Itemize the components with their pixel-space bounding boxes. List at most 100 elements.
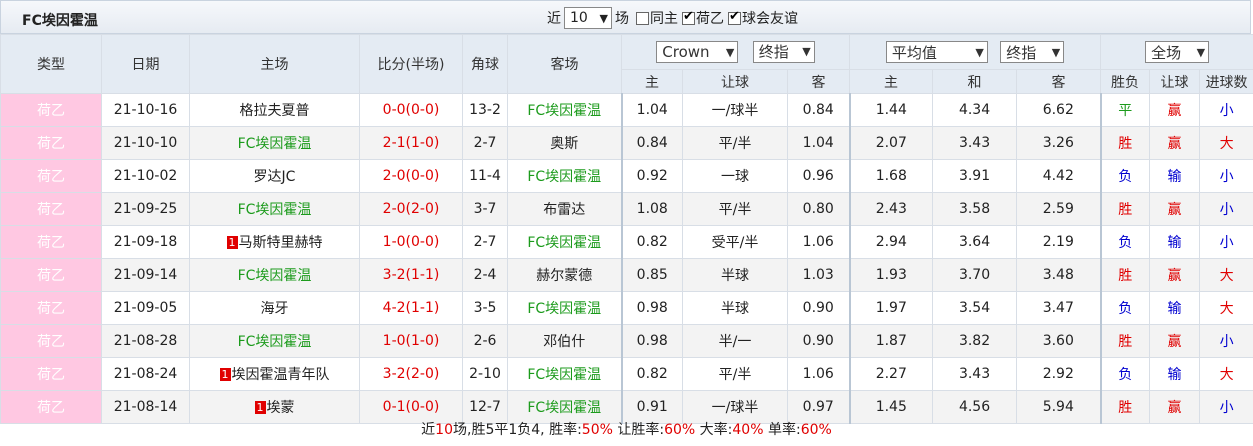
result-cell: 胜 (1099, 258, 1151, 292)
away-team-name: 奥斯 (550, 136, 579, 152)
home-team-cell[interactable]: FC埃因霍温 (189, 258, 360, 292)
chevron-down-icon: ▼ (599, 11, 608, 25)
corner-cell: 2-7 (462, 225, 508, 259)
away-team-cell[interactable]: FC埃因霍温 (507, 357, 622, 391)
summary-text: 大率: (695, 422, 733, 438)
league-label: 荷乙 (696, 11, 724, 27)
away-team-cell[interactable]: 布雷达 (507, 192, 622, 226)
score-cell[interactable]: 1-0(1-0) (359, 324, 463, 358)
score-cell[interactable]: 3-2(2-0) (359, 357, 463, 391)
friendly-checkbox[interactable] (728, 9, 741, 25)
score-cell[interactable]: 2-0(0-0) (359, 159, 463, 193)
avg-away-cell: 2.19 (1016, 225, 1102, 259)
table-row: 荷乙 21-08-28 FC埃因霍温 1-0(1-0) 2-6 邓伯什 0.98 半/一 0.9… (0, 324, 1253, 358)
away-team-cell[interactable]: FC埃因霍温 (507, 93, 622, 127)
avg-mode-value: 终指 (1006, 43, 1037, 62)
result-header: 全场 ▼ (1100, 34, 1253, 70)
sub-goals: 进球数 (1199, 69, 1253, 94)
handicap-line-cell: 半球 (682, 291, 788, 325)
goals-result-cell: 大 (1199, 291, 1253, 325)
avg-draw-cell: 4.34 (932, 93, 1018, 127)
result-filter-select[interactable]: 全场 ▼ (1145, 41, 1210, 63)
bookie-mode-select[interactable]: 终指 ▼ (752, 40, 815, 63)
over-rate: 40% (732, 422, 764, 438)
league-cell[interactable]: 荷乙 (0, 192, 102, 226)
away-team-cell[interactable]: FC埃因霍温 (507, 159, 622, 193)
league-cell[interactable]: 荷乙 (0, 159, 102, 193)
home-team-cell[interactable]: 罗达JC (189, 159, 360, 193)
score-cell[interactable]: 1-0(0-0) (359, 225, 463, 259)
sub-bookie-home: 主 (621, 69, 683, 94)
avg-home-cell: 1.68 (848, 159, 934, 193)
table-row: 荷乙 21-10-10 FC埃因霍温 2-1(1-0) 2-7 奥斯 0.84 平/半 1.04… (0, 126, 1253, 160)
avg-header: 平均值 ▼ 终指 ▼ (849, 34, 1102, 70)
home-team-cell[interactable]: 1 埃因霍温青年队 (189, 357, 360, 391)
avg-mode-select[interactable]: 终指 ▼ (1000, 41, 1065, 63)
score-cell[interactable]: 4-2(1-1) (359, 291, 463, 325)
date-cell: 21-09-25 (101, 192, 190, 226)
odds-away-cell: 0.84 (786, 93, 851, 127)
sub-avg-home: 主 (849, 69, 934, 94)
avg-select[interactable]: 平均值 ▼ (885, 41, 988, 63)
result-cell: 负 (1099, 291, 1151, 325)
match-history-table: 类型 日期 主场 比分(半场) 角球 客场 Crown ▼ 终指 ▼ 平均值 ▼ (0, 34, 1253, 424)
date-cell: 21-10-10 (101, 126, 190, 160)
odds-home-cell: 0.84 (620, 126, 683, 160)
recent-prefix: 近 (547, 11, 561, 27)
team-title: FC埃因霍温 (22, 13, 98, 29)
league-cell[interactable]: 荷乙 (0, 93, 102, 127)
home-team-cell[interactable]: 1 马斯特里赫特 (189, 225, 360, 259)
date-cell: 21-10-16 (101, 93, 190, 127)
sub-result: 胜负 (1100, 69, 1151, 94)
away-team-cell[interactable]: 奥斯 (507, 126, 622, 160)
avg-draw-cell: 3.91 (932, 159, 1018, 193)
away-team-cell[interactable]: FC埃因霍温 (507, 225, 622, 259)
home-team-name: 格拉夫夏普 (239, 103, 310, 119)
away-team-cell[interactable]: 赫尔蒙德 (507, 258, 622, 292)
bookie-select[interactable]: Crown ▼ (656, 41, 739, 64)
corner-cell: 3-7 (462, 192, 508, 226)
handicap-line-cell: 平/半 (682, 126, 788, 160)
home-team-cell[interactable]: FC埃因霍温 (189, 126, 360, 160)
home-team-cell[interactable]: 海牙 (189, 291, 360, 325)
away-team-name: FC埃因霍温 (527, 235, 602, 251)
handicap-line-cell: 一/球半 (682, 93, 788, 127)
league-cell[interactable]: 荷乙 (0, 225, 102, 259)
away-team-cell[interactable]: 邓伯什 (507, 324, 622, 358)
odds-home-cell: 0.82 (620, 357, 683, 391)
date-cell: 21-08-28 (101, 324, 190, 358)
home-team-cell[interactable]: 格拉夫夏普 (189, 93, 360, 127)
away-team-cell[interactable]: FC埃因霍温 (507, 291, 622, 325)
goals-result-cell: 小 (1199, 159, 1253, 193)
goals-result-cell: 小 (1199, 225, 1253, 259)
recent-count-select[interactable]: 10 ▼ (564, 7, 612, 29)
goals-result-cell: 小 (1199, 324, 1253, 358)
handicap-result-cell: 输 (1149, 225, 1201, 259)
score-cell[interactable]: 0-0(0-0) (359, 93, 463, 127)
avg-away-cell: 2.92 (1016, 357, 1102, 391)
league-cell[interactable]: 荷乙 (0, 324, 102, 358)
table-row: 荷乙 21-09-25 FC埃因霍温 2-0(2-0) 3-7 布雷达 1.08 平/半 0.8… (0, 192, 1253, 226)
avg-draw-cell: 3.58 (932, 192, 1018, 226)
same-home-checkbox[interactable] (636, 11, 649, 25)
league-checkbox[interactable] (682, 9, 695, 25)
league-cell[interactable]: 荷乙 (0, 258, 102, 292)
score-cell[interactable]: 2-0(2-0) (359, 192, 463, 226)
league-cell[interactable]: 荷乙 (0, 291, 102, 325)
bookie-mode-value: 终指 (758, 43, 789, 62)
home-team-cell[interactable]: FC埃因霍温 (189, 324, 360, 358)
league-cell[interactable]: 荷乙 (0, 126, 102, 160)
col-home: 主场 (189, 34, 360, 94)
home-team-cell[interactable]: FC埃因霍温 (189, 192, 360, 226)
score-cell[interactable]: 2-1(1-0) (359, 126, 463, 160)
away-team-name: FC埃因霍温 (527, 367, 602, 383)
score-cell[interactable]: 3-2(1-1) (359, 258, 463, 292)
result-cell: 胜 (1099, 126, 1151, 160)
odds-home-cell: 1.08 (620, 192, 683, 226)
goals-result-cell: 小 (1199, 192, 1253, 226)
league-cell[interactable]: 荷乙 (0, 357, 102, 391)
avg-away-cell: 3.47 (1016, 291, 1102, 325)
same-home-label: 同主 (650, 11, 678, 27)
red-card-badge: 1 (254, 401, 266, 414)
result-cell: 负 (1099, 225, 1151, 259)
